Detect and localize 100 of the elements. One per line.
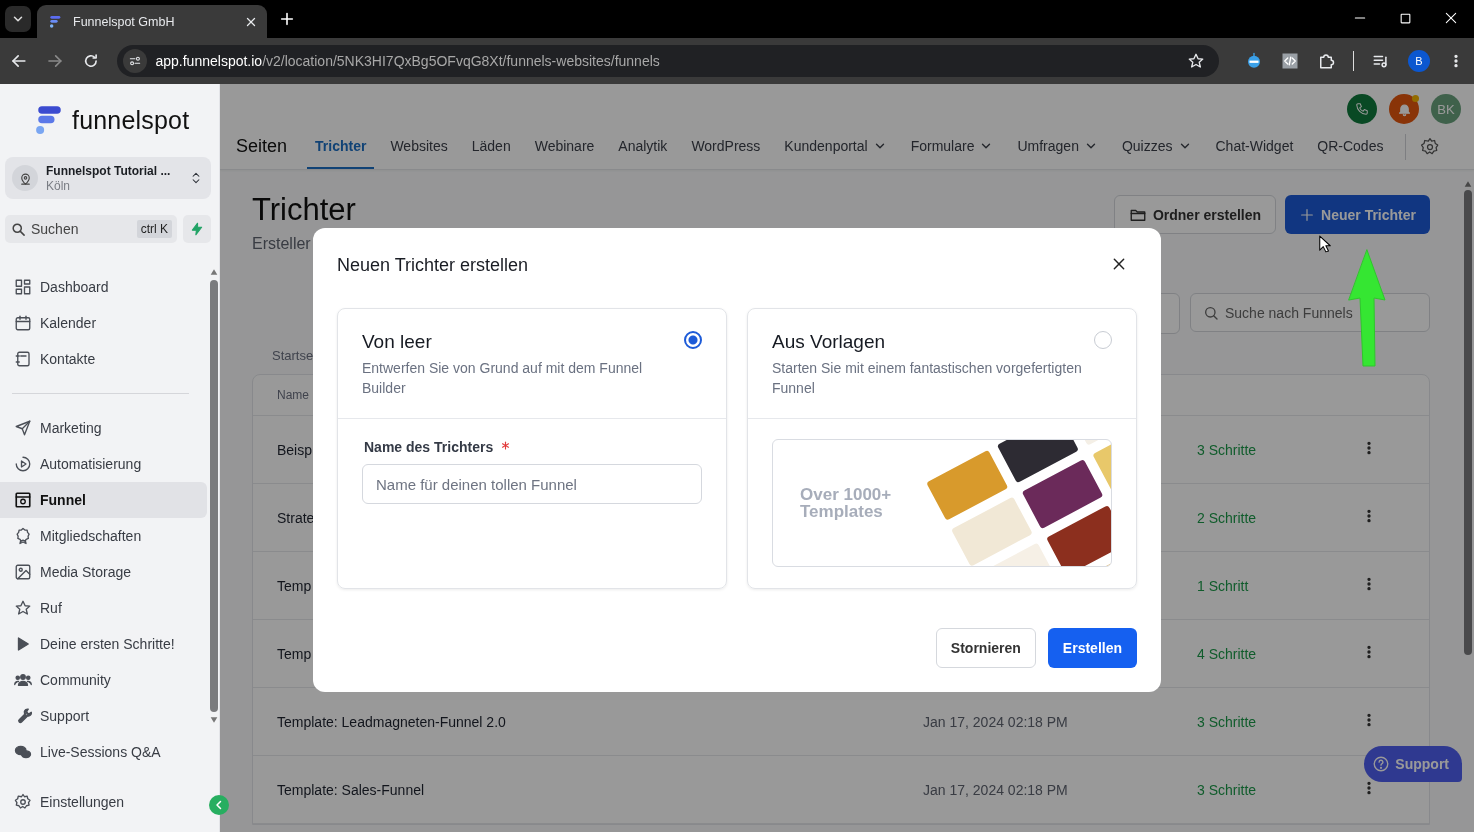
- table-cell: 3 Schritte: [1197, 781, 1257, 798]
- award-icon: [14, 527, 32, 545]
- nav-tab[interactable]: Formulare: [902, 124, 1002, 169]
- new-funnel-button[interactable]: Neuer Trichter: [1285, 195, 1430, 234]
- nav-tab[interactable]: Chat-Widget: [1207, 124, 1302, 169]
- scroll-down-icon: [209, 716, 219, 724]
- input-field[interactable]: Name für deinen tollen Funnel: [362, 464, 702, 504]
- sidebar-item[interactable]: Einstellungen: [0, 784, 200, 820]
- close-icon: [245, 15, 257, 28]
- table-cell: 1 Schritt: [1197, 577, 1249, 594]
- lightning-icon: [190, 222, 204, 236]
- sidebar-item[interactable]: Dashboard: [0, 269, 207, 305]
- browser-window-icon: [14, 491, 32, 509]
- preview-text: Over 1000+ Templates: [800, 486, 893, 520]
- table-cell: Strate: [277, 509, 315, 526]
- sidebar-item[interactable]: Kalender: [0, 305, 207, 341]
- close-icon[interactable]: [1444, 11, 1458, 25]
- search-icon: [1203, 304, 1219, 321]
- radio-button[interactable]: [684, 331, 702, 349]
- account-switcher[interactable]: Funnelspot Tutorial ... Köln: [5, 157, 211, 199]
- app-logo-icon: [47, 13, 63, 30]
- sidebar-item[interactable]: Ruf: [0, 590, 207, 626]
- profile-avatar[interactable]: B: [1408, 50, 1430, 72]
- paper-plane-icon: [14, 419, 32, 437]
- maximize-icon[interactable]: [1399, 11, 1412, 25]
- table-cell: Jan 17, 2024 02:18 PM: [923, 781, 1068, 798]
- table-cell: Temp: [277, 645, 312, 662]
- table-cell: Beisp: [277, 441, 313, 458]
- notifications-button[interactable]: [1389, 94, 1419, 124]
- sidebar-item[interactable]: Live-Sessions Q&A: [0, 734, 207, 770]
- nav-tab[interactable]: Läden: [463, 124, 519, 169]
- plus-icon[interactable]: [279, 11, 295, 27]
- dialog-title: Neuen Trichter erstellen: [337, 255, 529, 276]
- sidebar-item[interactable]: Community: [0, 662, 207, 698]
- option-title: Von leer: [362, 331, 433, 353]
- option-description: Starten Sie mit einem fantastischen vorgefertigten Funnel: [772, 359, 1083, 398]
- page-subtitle: Ersteller: [252, 235, 312, 253]
- mouse-pointer-icon: [1318, 234, 1332, 254]
- star-icon: [14, 599, 32, 617]
- quick-action-button[interactable]: [183, 215, 211, 243]
- nav-tab[interactable]: Quizzes: [1113, 124, 1200, 169]
- sidebar-item[interactable]: Marketing: [0, 410, 207, 446]
- browser-tab[interactable]: Funnelspot GmbH: [37, 5, 267, 38]
- sidebar-item[interactable]: Media Storage: [0, 554, 207, 590]
- chat-bubbles-icon: [14, 743, 32, 761]
- option-card[interactable]: Von leer Entwerfen Sie von Grund auf mit dem Funnel Builder Name des Trichters Name für deinen tollen Funnel: [337, 308, 727, 589]
- plus-icon: [1299, 206, 1316, 223]
- search-icon: [11, 221, 26, 237]
- phone-button[interactable]: [1347, 94, 1377, 124]
- search-field[interactable]: Suchen ctrl K: [5, 215, 177, 243]
- nav-tab[interactable]: Trichter: [307, 124, 375, 169]
- play-circle-icon: [14, 455, 32, 473]
- table-cell: Temp: [277, 577, 312, 594]
- account-name: Funnelspot Tutorial ...: [46, 163, 172, 178]
- help-circle-icon: [1372, 755, 1391, 773]
- table-cell: 2 Schritte: [1197, 509, 1257, 526]
- option-description: Entwerfen Sie von Grund auf mit dem Funnel Builder: [362, 359, 644, 398]
- sidebar-item[interactable]: Automatisierung: [0, 446, 207, 482]
- nav-tab[interactable]: WordPress: [683, 124, 769, 169]
- nav-tab[interactable]: Websites: [382, 124, 456, 169]
- section-title: Seiten: [236, 136, 288, 157]
- nav-tab[interactable]: QR-Codes: [1309, 124, 1392, 169]
- nav-tab[interactable]: Analytik: [610, 124, 676, 169]
- gear-icon: [14, 793, 32, 811]
- sidebar-item[interactable]: Funnel: [0, 482, 207, 518]
- tab-search-button[interactable]: [5, 6, 31, 32]
- nav-tab[interactable]: Webinare: [526, 124, 603, 169]
- sidebar-item[interactable]: Support: [0, 698, 207, 734]
- sidebar-item[interactable]: Deine ersten Schritte!: [0, 626, 207, 662]
- cancel-button[interactable]: Stornieren: [935, 628, 1036, 668]
- search-field[interactable]: Suche nach Funnels: [1190, 293, 1430, 332]
- forward-arrow-icon[interactable]: [45, 52, 64, 70]
- table-cell: Template: Leadmagneten-Funnel 2.0: [277, 713, 506, 730]
- table-cell: Jan 17, 2024 02:18 PM: [923, 713, 1068, 730]
- grid-icon: [14, 278, 32, 296]
- support-button[interactable]: Support: [1364, 746, 1462, 782]
- code-icon[interactable]: [1281, 52, 1299, 70]
- sidebar-item[interactable]: Mitgliedschaften: [0, 518, 207, 554]
- puzzle-icon[interactable]: [1317, 52, 1335, 70]
- create-button[interactable]: Erstellen: [1047, 628, 1137, 668]
- gear-icon[interactable]: [1420, 136, 1441, 157]
- star-icon[interactable]: [1187, 52, 1205, 70]
- image-icon: [14, 563, 32, 581]
- back-arrow-icon[interactable]: [10, 52, 28, 70]
- users-icon: [14, 671, 32, 689]
- option-title: Aus Vorlagen: [772, 331, 887, 353]
- page-title: Trichter: [252, 193, 357, 227]
- account-location: Köln: [46, 178, 72, 193]
- column-header: Name: [277, 388, 309, 402]
- nav-tab[interactable]: Kundenportal: [776, 124, 895, 169]
- nav-tab[interactable]: Umfragen: [1009, 124, 1106, 169]
- bell-icon: [1396, 101, 1412, 117]
- table-cell: 3 Schritte: [1197, 713, 1257, 730]
- sidebar-item[interactable]: Kontakte: [0, 341, 207, 377]
- scroll-up-icon: [1463, 180, 1473, 188]
- site-info-button[interactable]: [123, 49, 148, 73]
- scroll-up-icon: [209, 268, 219, 276]
- table-cell: 4 Schritte: [1197, 645, 1257, 662]
- create-folder-button[interactable]: Ordner erstellen: [1113, 195, 1277, 234]
- collapse-sidebar-button[interactable]: [209, 795, 229, 815]
